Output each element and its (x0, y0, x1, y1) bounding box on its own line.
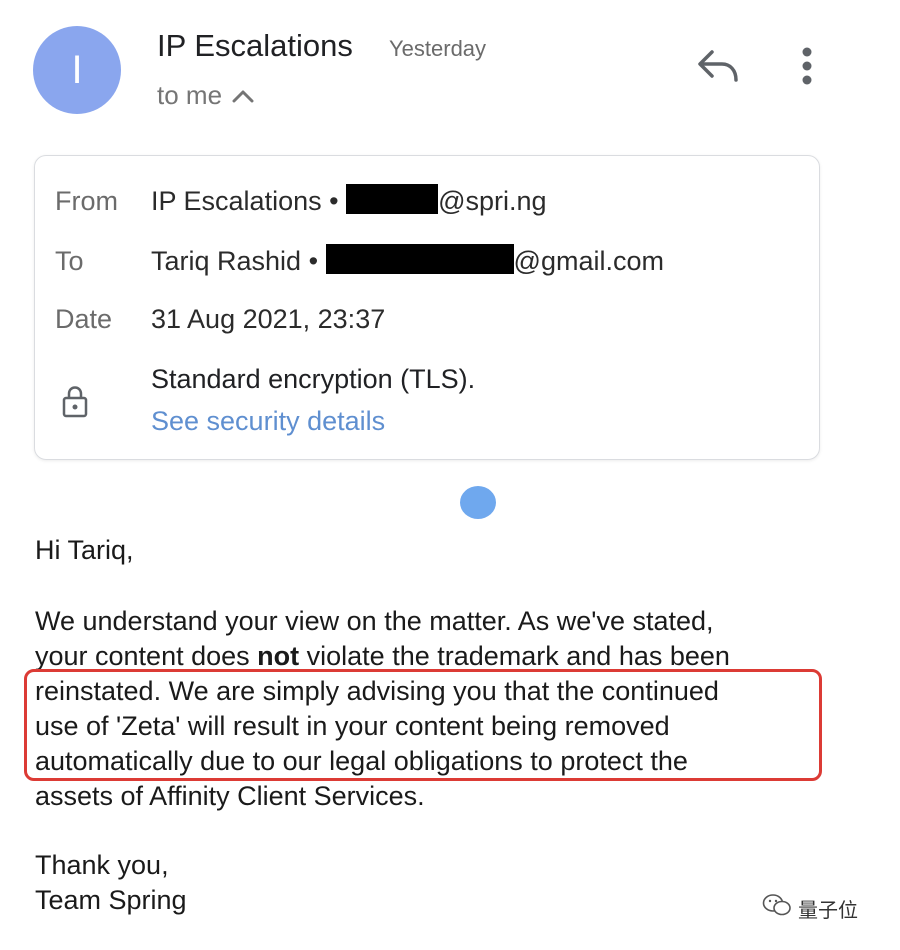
from-domain: @spri.ng (438, 186, 547, 216)
redacted-box (346, 184, 439, 214)
watermark: 量子位 (762, 893, 858, 923)
message-details-card: From IP Escalations • @spri.ng To Tariq Ra… (34, 155, 820, 460)
watermark-text: 量子位 (798, 899, 858, 922)
avatar-letter: I (71, 47, 83, 92)
redacted-box (325, 244, 514, 274)
to-me-label: to me (157, 80, 223, 110)
security-details-link[interactable]: See security details (151, 406, 385, 437)
from-row: From IP Escalations • @spri.ng (55, 184, 547, 217)
closing-line: Team Spring (35, 885, 187, 915)
recipient-toggle[interactable]: to me (157, 80, 254, 111)
highlight-box (24, 669, 822, 781)
bold-not: not (257, 641, 300, 671)
date-row: Date 31 Aug 2021, 23:37 (55, 304, 385, 335)
closing-line: Thank you, (35, 850, 169, 880)
sender-name: IP Escalations (157, 28, 353, 63)
greeting: Hi Tariq, (35, 535, 134, 565)
sender-avatar[interactable]: I (33, 26, 121, 114)
from-name: IP Escalations (151, 186, 322, 216)
body-line: We understand your view on the matter. A… (35, 606, 714, 636)
separator-dot: • (301, 246, 326, 276)
chevron-up-icon (232, 89, 254, 103)
from-label: From (55, 186, 118, 216)
to-name: Tariq Rashid (151, 246, 302, 276)
to-row: To Tariq Rashid • @gmail.com (55, 244, 664, 277)
message-time: Yesterday (389, 36, 487, 61)
date-value: 31 Aug 2021, 23:37 (151, 304, 386, 334)
to-label: To (55, 246, 84, 276)
separator-dot: • (321, 186, 347, 216)
encryption-text: Standard encryption (TLS). (151, 364, 476, 394)
more-vert-icon[interactable] (800, 46, 814, 91)
wechat-icon (762, 893, 792, 923)
date-label: Date (55, 304, 113, 334)
reply-icon[interactable] (696, 48, 740, 89)
lock-icon (61, 384, 89, 423)
body-text: violate the trademark and has been (299, 641, 730, 671)
body-text: your content does (35, 641, 258, 671)
signature: Thank you, Team Spring (35, 848, 187, 918)
body-line: assets of Affinity Client Services. (35, 781, 425, 811)
to-domain: @gmail.com (513, 246, 664, 276)
touch-indicator (460, 486, 496, 519)
